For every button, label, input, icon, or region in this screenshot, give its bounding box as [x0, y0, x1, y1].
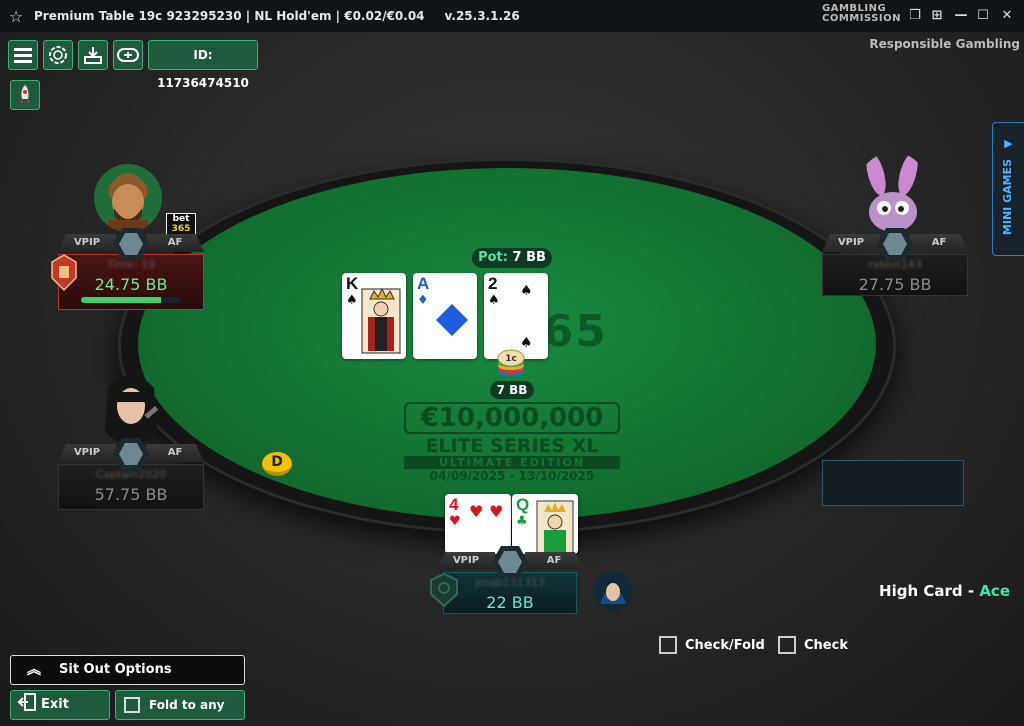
shield-icon [430, 572, 458, 608]
expand-arrow-icon: ▶ [1004, 137, 1013, 150]
player-rank-emblem-icon [51, 254, 77, 292]
title-bar: ☆ Premium Table 19c 923295230 | NL Hold'… [0, 0, 1024, 32]
add-chips-button[interactable] [113, 40, 143, 70]
empty-seat[interactable] [822, 460, 964, 506]
add-chips-icon [117, 48, 139, 62]
menu-button[interactable] [8, 40, 38, 70]
favorite-star-icon[interactable]: ☆ [0, 7, 32, 26]
vpip-label: VPIP [58, 234, 116, 252]
checkbox-box[interactable] [778, 636, 796, 654]
player-name: jmab131313 [475, 576, 545, 589]
hand-strength-label: High Card - Ace [879, 582, 1010, 600]
mini-games-tab[interactable]: ▶ MINI GAMES [992, 122, 1024, 256]
gladiator-avatar [94, 164, 162, 232]
seat-top-right[interactable]: VPIP AF rabbit143 27.75 BB [822, 228, 968, 296]
responsible-gambling-link[interactable]: Responsible Gambling [869, 37, 1020, 51]
gambling-commission-logo: GAMBLING COMMISSION [822, 3, 902, 24]
pot-chip-stack: 1c [497, 349, 525, 376]
promo-logo: €10,000,000 ELITE SERIES XL ULTIMATE EDI… [404, 402, 620, 483]
fold-to-any-bet-button[interactable]: Fold to any bet [115, 690, 245, 720]
rocket-icon [20, 85, 30, 103]
pot-chip-amount: 7 BB [490, 381, 534, 399]
hero-avatar[interactable] [592, 570, 634, 612]
woman-avatar [104, 375, 159, 444]
vpip-label: VPIP [822, 234, 880, 252]
check-fold-checkbox[interactable]: Check/Fold [659, 636, 765, 654]
player-id-badge: ID: 11736474510 [148, 40, 258, 90]
poker-chip-icon [49, 46, 67, 64]
vpip-label: VPIP [58, 444, 116, 462]
restore-window-icon[interactable]: ❐ [906, 7, 924, 25]
vpip-label: VPIP [437, 552, 495, 570]
player-stack: 57.75 BB [94, 485, 168, 504]
check-checkbox[interactable]: Check [778, 636, 848, 654]
dealer-button: D [262, 452, 292, 476]
double-chevron-up-icon: ︽ [27, 662, 41, 678]
hamburger-icon [14, 48, 32, 63]
bet365-badge: bet 365 [166, 213, 196, 235]
pot-display: Pot: 7 BB [472, 248, 552, 268]
seat-mid-left[interactable]: VPIP AF Captain2020 57.75 BB [58, 438, 204, 510]
tile-tables-icon[interactable]: ⊞ [928, 7, 946, 25]
maximize-icon[interactable]: ☐ [974, 7, 992, 25]
player-stack: 22 BB [486, 593, 534, 612]
diamond-suit-icon [436, 304, 468, 336]
board-card-1: K ♠ [342, 273, 406, 359]
version-label: v.25.3.1.26 [444, 9, 520, 23]
action-timer-bar [81, 297, 181, 303]
af-label: AF [146, 234, 204, 252]
rabbit-avatar [866, 152, 918, 232]
player-stack: 24.75 BB [94, 275, 168, 294]
af-label: AF [146, 444, 204, 462]
hero-card-2: Q ♣ [512, 494, 578, 554]
download-tray-icon [84, 47, 102, 64]
checkbox-box[interactable] [124, 697, 140, 713]
hero-card-1: 4 ♥ ♥ ♥ [445, 494, 511, 554]
checkbox-box[interactable] [659, 636, 677, 654]
seat-top-left[interactable]: VPIP AF Time: 19 24.75 BB [58, 228, 204, 310]
minimize-icon[interactable]: — [952, 7, 970, 25]
exit-button[interactable]: Exit [10, 690, 110, 720]
player-stack: 27.75 BB [858, 275, 932, 294]
window-title: Premium Table 19c 923295230 | NL Hold'em… [34, 9, 425, 23]
chip-settings-button[interactable] [43, 40, 73, 70]
exit-door-icon [17, 693, 36, 711]
king-face-icon [361, 287, 401, 354]
sit-out-options-button[interactable]: ︽ Sit Out Options [10, 655, 245, 685]
player-name: rabbit143 [868, 258, 922, 271]
queen-face-icon [536, 500, 574, 554]
close-icon[interactable]: ✕ [998, 7, 1016, 25]
board-card-2: A ♦ [413, 273, 477, 359]
deposit-button[interactable] [78, 40, 108, 70]
chip-denomination: 1c [505, 354, 517, 364]
player-name: Captain2020 [95, 468, 167, 481]
rocket-button[interactable] [10, 80, 40, 110]
player-name: Time: 19 [106, 258, 156, 271]
af-label: AF [910, 234, 968, 252]
af-label: AF [525, 552, 583, 570]
